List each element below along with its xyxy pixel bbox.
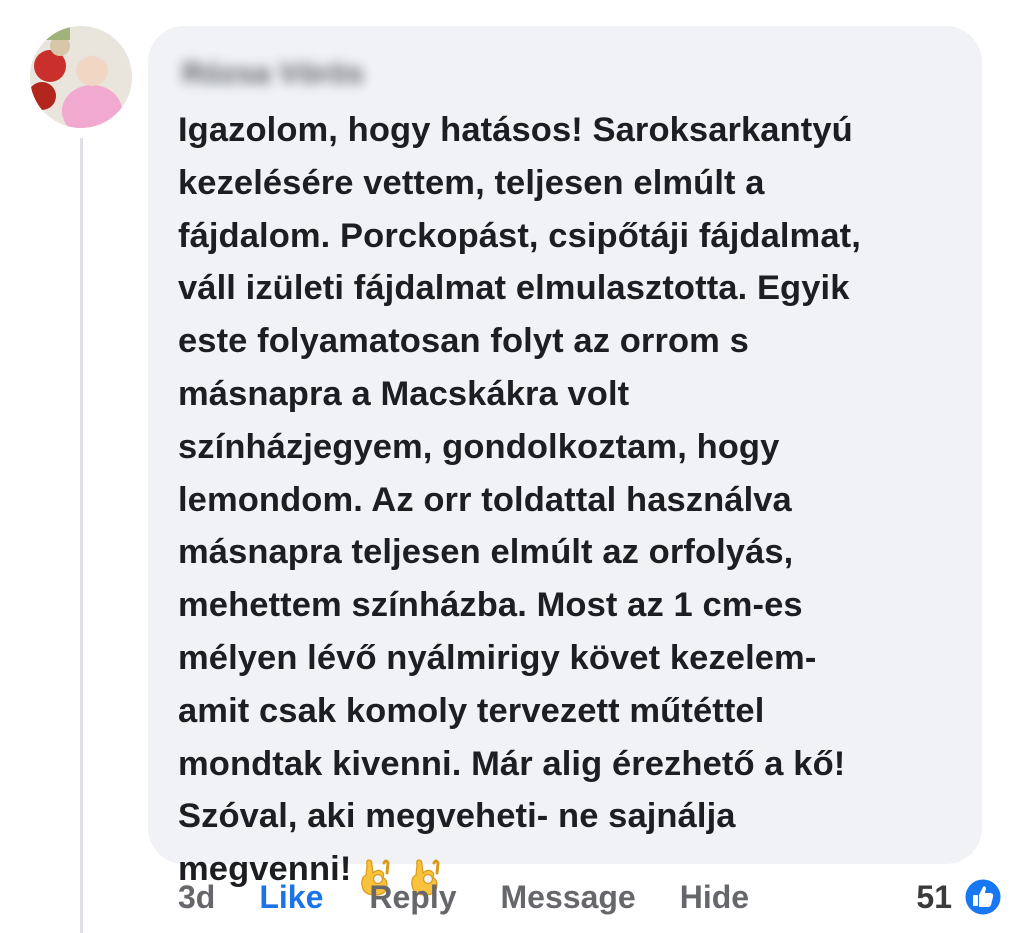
comment-line: Igazolom, hogy hatásos! Saroksarkantyú (178, 111, 853, 149)
comment-line: mehettem színházba. Most az 1 cm-es (178, 586, 803, 625)
comment-line: Szóval, aki megveheti- ne sajnálja (178, 797, 736, 836)
timestamp[interactable]: 3d (178, 879, 215, 916)
comment-author[interactable]: Rózsa Vörös (182, 54, 364, 94)
comment-line: másnapra teljesen elmúlt az orfolyás, (178, 533, 794, 572)
comment-line: másnapra a Macskákra volt (178, 374, 630, 413)
comment-text: Igazolom, hogy hatásos! Saroksarkantyú ke… (178, 104, 952, 902)
comment-line: mélyen lévő nyálmirigy követ kezelem- (178, 638, 817, 677)
comment-bubble: Rózsa Vörös Igazolom, hogy hatásos! Saro… (148, 26, 982, 896)
comment-actions: 3d Like Reply Message Hide (178, 872, 749, 922)
comment-line: amit csak komoly tervezett műtéttel (178, 691, 765, 730)
comment-line: lemondom. Az orr toldattal használva (178, 480, 792, 519)
comment-line: este folyamatosan folyt az orrom s (178, 322, 749, 361)
like-button[interactable]: Like (259, 879, 323, 916)
avatar[interactable] (30, 26, 132, 128)
comment-line: fájdalom. Porckopást, csipőtáji fájdalma… (178, 216, 861, 255)
reaction-count: 51 (916, 878, 952, 915)
comment-line: kezelésére vettem, teljesen elmúlt a (178, 163, 765, 202)
avatar-photo (30, 26, 132, 128)
reply-button[interactable]: Reply (369, 879, 456, 916)
thread-line (80, 138, 83, 933)
thumbs-up-icon (962, 876, 1004, 918)
comment-line: mondtak kivenni. Már alig érezhető a kő! (178, 744, 846, 783)
hide-button[interactable]: Hide (680, 879, 749, 916)
comment-line: színházjegyem, gondolkoztam, hogy (178, 427, 780, 466)
message-button[interactable]: Message (501, 879, 636, 916)
comment-line: váll izületi fájdalmat elmulasztotta. Eg… (178, 269, 850, 308)
reaction-summary[interactable]: 51 (916, 872, 1004, 922)
